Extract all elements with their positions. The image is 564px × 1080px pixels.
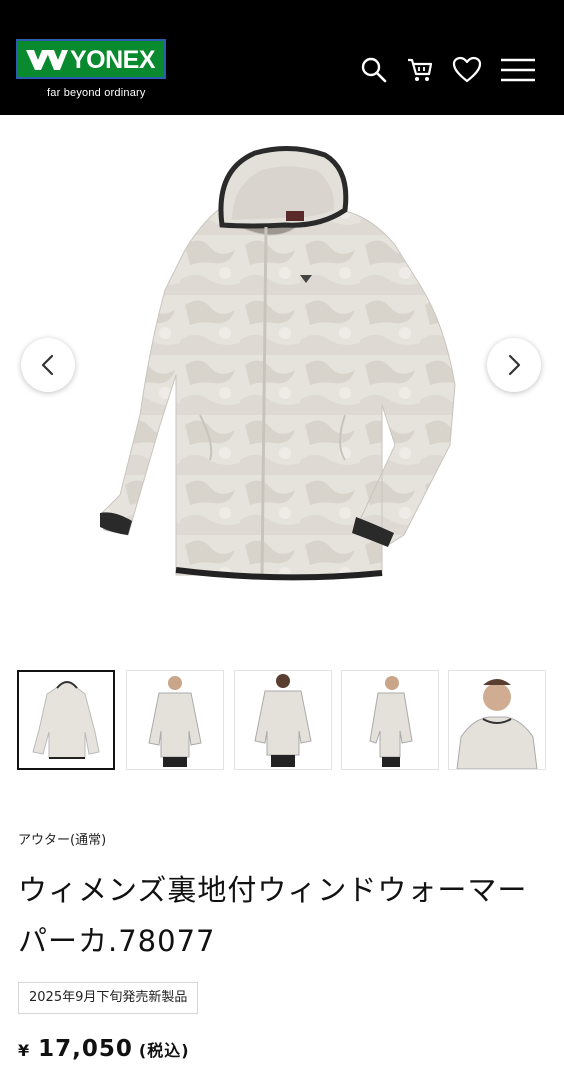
thumbnail-1[interactable] <box>17 670 115 770</box>
heart-icon[interactable] <box>452 55 482 85</box>
product-price: ¥17,050 (税込) <box>18 1036 190 1062</box>
prev-image-button[interactable] <box>21 338 75 392</box>
thumbnail-model-closeup-image <box>456 679 538 770</box>
next-image-button[interactable] <box>487 338 541 392</box>
thumbnail-2[interactable] <box>126 670 224 770</box>
thumbnail-3[interactable] <box>234 670 332 770</box>
price-value: 17,050 <box>38 1036 133 1062</box>
thumbnail-4[interactable] <box>341 670 439 770</box>
brand-name: YONEX <box>70 46 156 74</box>
tax-note: (税込) <box>138 1041 190 1060</box>
search-icon[interactable] <box>359 55 389 85</box>
product-category[interactable]: アウター(通常) <box>18 829 106 848</box>
thumbnail-model-back-image <box>254 674 312 767</box>
product-title: ウィメンズ裏地付ウィンドウォーマーパーカ.78077 <box>18 873 528 958</box>
chevron-left-icon <box>41 354 54 376</box>
site-header: YONEX far beyond ordinary <box>0 0 564 115</box>
currency-symbol: ¥ <box>18 1041 31 1060</box>
thumbnail-5[interactable] <box>448 670 546 770</box>
thumbnail-jacket-image <box>32 681 100 759</box>
yonex-mark-icon <box>26 50 68 70</box>
cart-icon[interactable] <box>405 55 435 85</box>
release-badge: 2025年9月下旬発売新製品 <box>18 982 199 1014</box>
thumbnail-model-side-image <box>369 676 413 767</box>
brand-tagline: far beyond ordinary <box>47 87 146 99</box>
thumbnail-model-front-image <box>148 676 202 767</box>
thumbnail-strip <box>0 670 564 772</box>
product-main-image[interactable] <box>0 115 564 635</box>
chevron-right-icon <box>508 354 521 376</box>
yonex-logo[interactable]: YONEX <box>16 39 166 79</box>
jacket-image <box>99 145 456 581</box>
menu-icon[interactable] <box>500 55 536 85</box>
